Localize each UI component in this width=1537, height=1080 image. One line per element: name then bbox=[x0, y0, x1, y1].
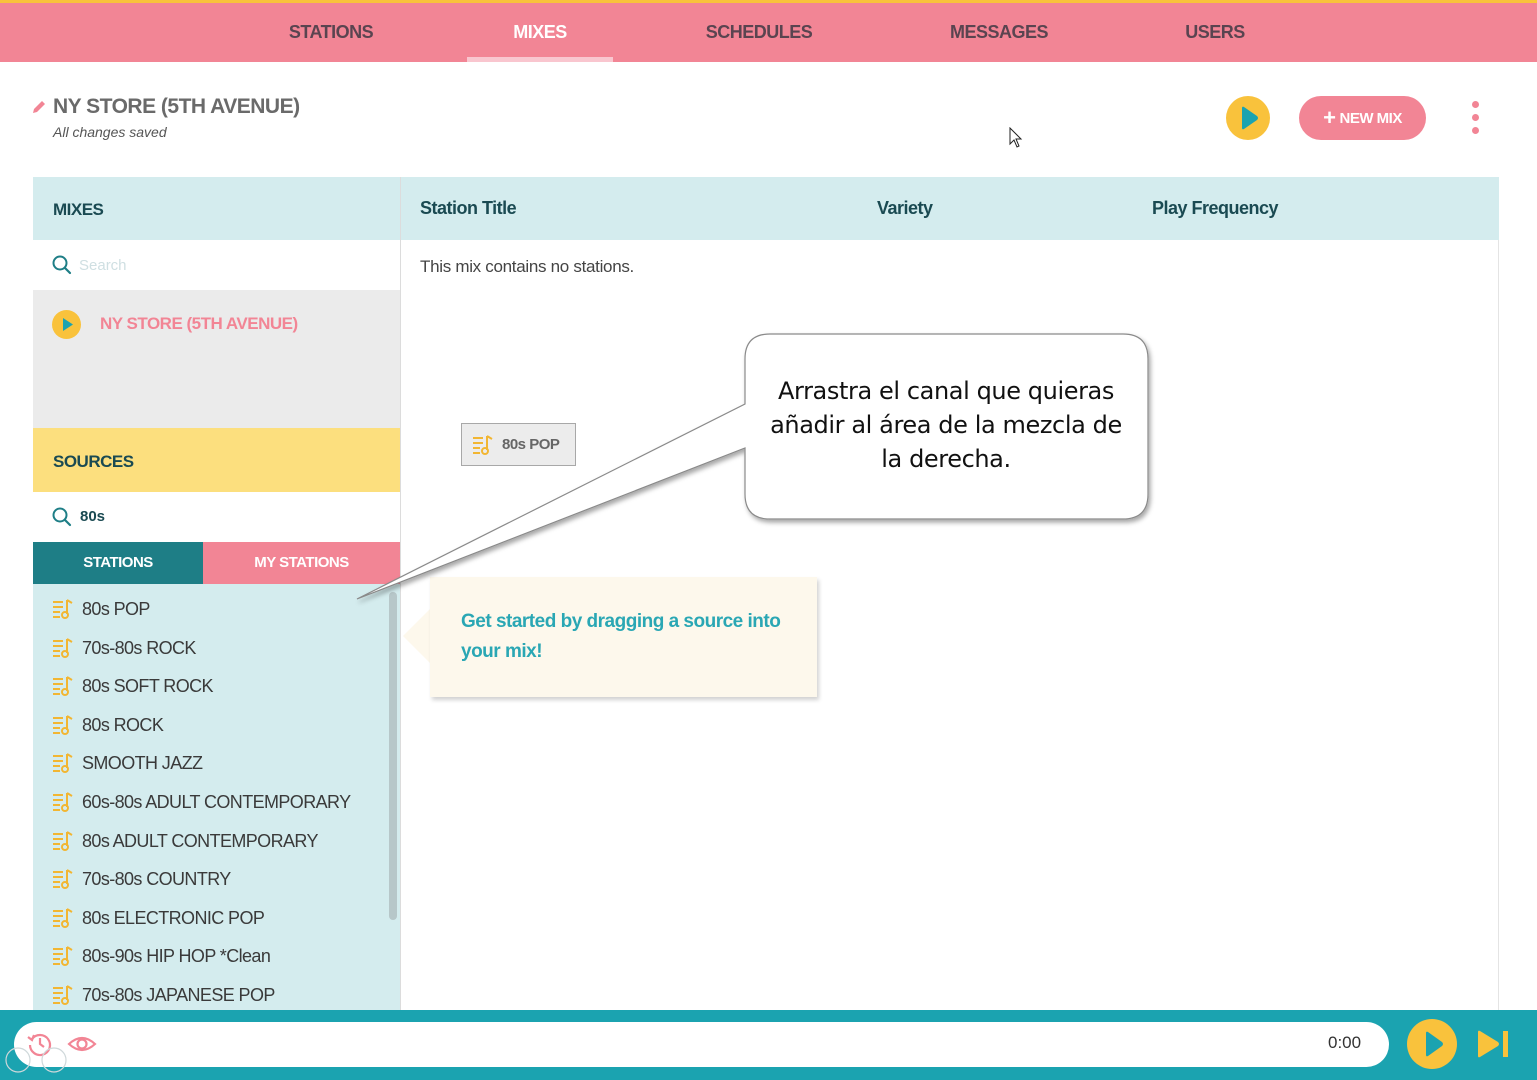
mixes-search-input[interactable] bbox=[79, 253, 379, 277]
watermark-logo bbox=[5, 1047, 67, 1073]
source-item-label: 80s-90s HIP HOP *Clean bbox=[82, 946, 271, 967]
source-item[interactable]: 80s ROCK bbox=[33, 707, 388, 745]
tab-my-stations[interactable]: MY STATIONS bbox=[203, 542, 400, 584]
tab-mixes[interactable]: MIXES bbox=[467, 3, 613, 62]
playlist-music-icon bbox=[53, 907, 73, 928]
mix-title[interactable]: NY STORE (5TH AVENUE) bbox=[53, 95, 300, 119]
column-variety[interactable]: Variety bbox=[877, 198, 933, 219]
source-item-label: 60s-80s ADULT CONTEMPORARY bbox=[82, 792, 351, 812]
dragged-source-label: 80s POP bbox=[502, 436, 560, 453]
plus-icon: + bbox=[1323, 105, 1336, 130]
playlist-music-icon bbox=[53, 753, 73, 774]
source-item[interactable]: 70s-80s COUNTRY bbox=[33, 861, 388, 899]
source-item-label: 70s-80s COUNTRY bbox=[82, 869, 231, 890]
mixes-list: NY STORE (5TH AVENUE) bbox=[33, 290, 400, 428]
player-play-button[interactable] bbox=[1407, 1019, 1457, 1069]
sources-scrollbar[interactable] bbox=[389, 592, 397, 920]
playlist-music-icon bbox=[53, 946, 73, 967]
pencil-icon[interactable] bbox=[32, 100, 46, 114]
source-item[interactable]: 60s-80s ADULT CONTEMPORARY bbox=[33, 784, 388, 822]
column-station-title[interactable]: Station Title bbox=[420, 198, 517, 219]
search-icon bbox=[52, 255, 72, 275]
mix-table-header: Station Title Variety Play Frequency bbox=[401, 177, 1499, 240]
new-mix-label: NEW MIX bbox=[1339, 110, 1403, 127]
callout-text: Arrastra el canal que quieras añadir al … bbox=[770, 377, 1122, 473]
tooltip-arrow bbox=[403, 608, 431, 664]
sources-list: 70s-80s JAPANESE POP 80s-90s HIP HOP *Cle… bbox=[33, 584, 400, 1010]
skip-next-icon[interactable] bbox=[1475, 1028, 1511, 1060]
player-bar bbox=[0, 1010, 1537, 1080]
playback-time: 0:00 bbox=[1328, 1033, 1362, 1052]
source-item[interactable]: 70s-80s ROCK bbox=[33, 630, 388, 668]
playlist-music-icon bbox=[473, 435, 493, 455]
source-item[interactable]: 70s-80s JAPANESE POP bbox=[33, 977, 388, 1010]
source-item[interactable]: 80s POP bbox=[33, 591, 388, 629]
preview-play-button[interactable] bbox=[1226, 96, 1270, 140]
sources-search[interactable]: 80s bbox=[33, 492, 400, 542]
playlist-music-icon bbox=[53, 599, 73, 619]
tab-schedules[interactable]: SCHEDULES bbox=[683, 3, 835, 62]
playlist-music-icon bbox=[53, 869, 73, 890]
source-item-label: 80s ELECTRONIC POP bbox=[82, 907, 265, 928]
search-icon bbox=[52, 507, 72, 527]
kebab-menu-icon[interactable] bbox=[1465, 100, 1487, 136]
source-item[interactable]: SMOOTH JAZZ bbox=[33, 745, 388, 783]
eye-icon[interactable] bbox=[67, 1029, 97, 1059]
dragged-source[interactable]: 80s POP bbox=[461, 423, 576, 466]
left-panel: MIXES NY STORE (5TH AVENUE) SOURCES 80s … bbox=[33, 177, 400, 1010]
source-item[interactable]: 80s ADULT CONTEMPORARY bbox=[33, 823, 388, 861]
tab-users[interactable]: USERS bbox=[1165, 3, 1265, 62]
play-icon bbox=[1426, 1031, 1443, 1057]
tooltip-text: Get started by dragging a source into yo… bbox=[461, 611, 781, 662]
source-item-label: 80s POP bbox=[82, 599, 150, 619]
source-item-label: 80s ROCK bbox=[82, 714, 164, 735]
sources-search-value[interactable]: 80s bbox=[80, 508, 105, 525]
tab-stations[interactable]: STATIONS bbox=[262, 3, 400, 62]
source-item-label: 70s-80s JAPANESE POP bbox=[82, 985, 275, 1005]
panel-divider bbox=[400, 177, 401, 1010]
column-play-frequency[interactable]: Play Frequency bbox=[1152, 198, 1279, 219]
sources-heading: SOURCES bbox=[33, 428, 400, 492]
source-item[interactable]: 80s-90s HIP HOP *Clean bbox=[33, 938, 388, 976]
playlist-music-icon bbox=[53, 714, 73, 735]
mouse-cursor-icon bbox=[1009, 127, 1023, 148]
mixes-search bbox=[33, 240, 400, 290]
tab-messages[interactable]: MESSAGES bbox=[925, 3, 1073, 62]
player-progress[interactable] bbox=[14, 1022, 1389, 1067]
empty-mix-message: This mix contains no stations. bbox=[420, 257, 634, 276]
playlist-music-icon bbox=[53, 637, 73, 658]
onboarding-tooltip: Get started by dragging a source into yo… bbox=[430, 577, 817, 697]
mix-play-icon[interactable] bbox=[52, 310, 81, 339]
playlist-music-icon bbox=[53, 830, 73, 851]
source-item-label: 80s SOFT ROCK bbox=[82, 676, 214, 697]
source-item[interactable]: 80s SOFT ROCK bbox=[33, 668, 388, 706]
playlist-music-icon bbox=[53, 985, 73, 1005]
save-status: All changes saved bbox=[53, 124, 167, 140]
top-navigation: STATIONS MIXES SCHEDULES MESSAGES USERS bbox=[0, 0, 1537, 62]
source-item-label: 70s-80s ROCK bbox=[82, 637, 196, 658]
sources-tabs: STATIONS MY STATIONS bbox=[33, 542, 400, 584]
source-item[interactable]: 80s ELECTRONIC POP bbox=[33, 900, 388, 938]
source-item-label: 80s ADULT CONTEMPORARY bbox=[82, 830, 318, 851]
mix-item-label: NY STORE (5TH AVENUE) bbox=[100, 314, 298, 333]
mix-item[interactable]: NY STORE (5TH AVENUE) bbox=[33, 308, 400, 342]
panel-border bbox=[1498, 240, 1499, 1010]
playlist-music-icon bbox=[53, 792, 73, 812]
tab-stations-sources[interactable]: STATIONS bbox=[33, 542, 203, 584]
playlist-music-icon bbox=[53, 676, 73, 697]
play-icon bbox=[1242, 106, 1258, 130]
mixes-heading: MIXES bbox=[33, 177, 400, 240]
source-item-label: SMOOTH JAZZ bbox=[82, 753, 203, 774]
new-mix-button[interactable]: + NEW MIX bbox=[1299, 96, 1426, 140]
